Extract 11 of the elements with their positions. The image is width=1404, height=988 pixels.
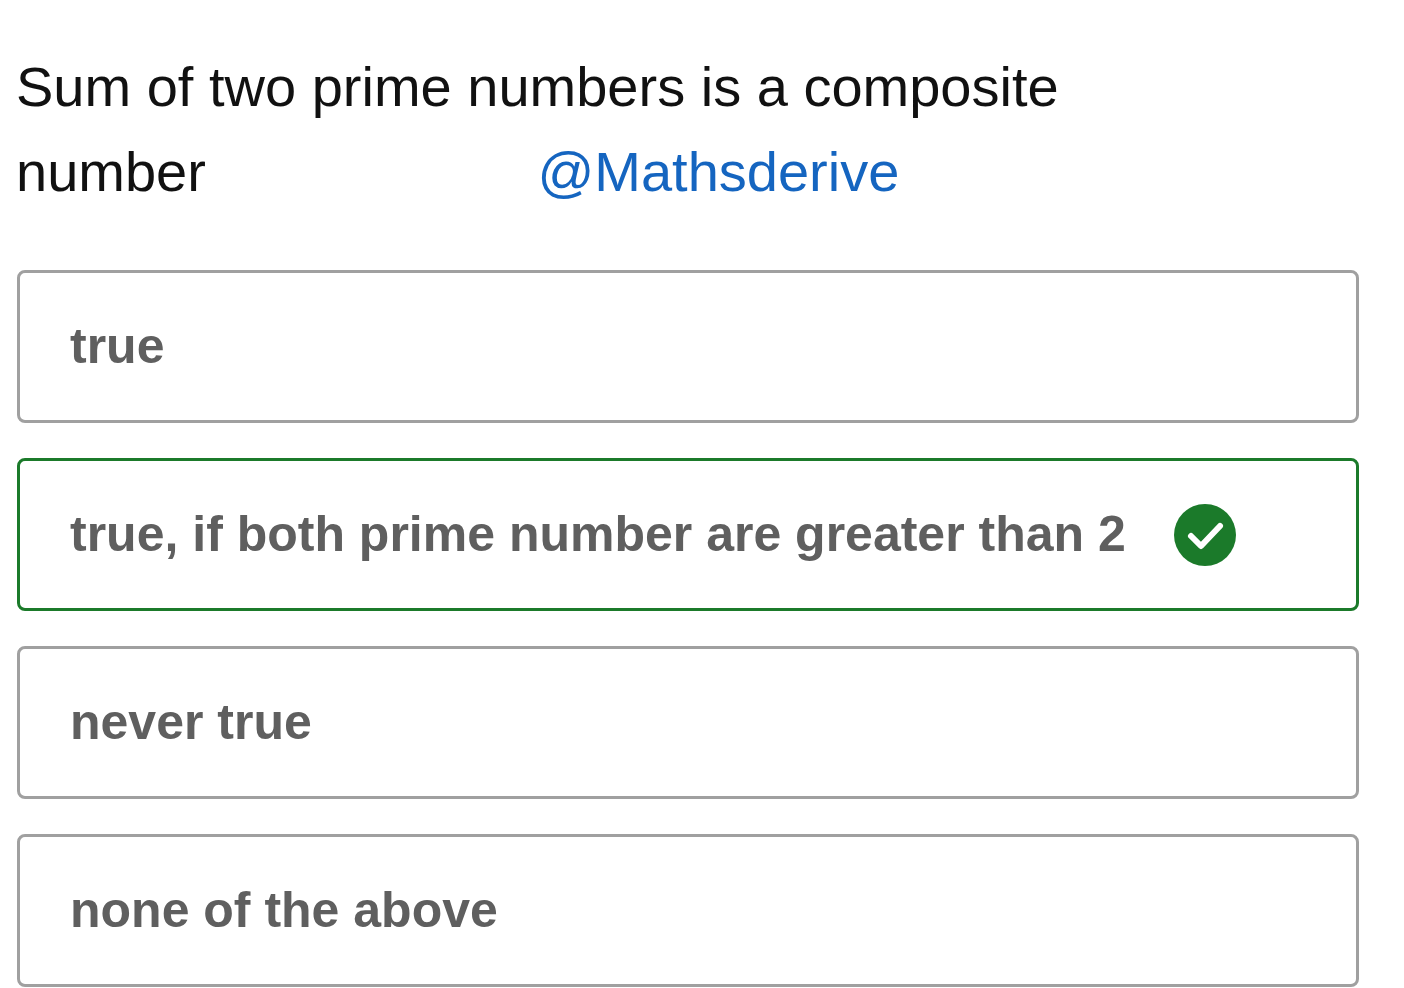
- option-label: none of the above: [70, 881, 498, 940]
- question-text: Sum of two prime numbers is a composite number @Mathsderive: [16, 54, 1060, 205]
- answer-option[interactable]: never true: [17, 646, 1359, 799]
- option-label: never true: [70, 693, 312, 752]
- answer-option[interactable]: true, if both prime number are greater than 2: [17, 458, 1359, 611]
- answer-option[interactable]: none of the above: [17, 834, 1359, 987]
- check-circle-icon: [1173, 503, 1236, 566]
- option-label: true, if both prime number are greater than 2: [70, 505, 1126, 564]
- option-label: true: [70, 317, 165, 376]
- handle-link[interactable]: @Mathsderive: [537, 140, 900, 203]
- answer-option[interactable]: true: [17, 270, 1359, 423]
